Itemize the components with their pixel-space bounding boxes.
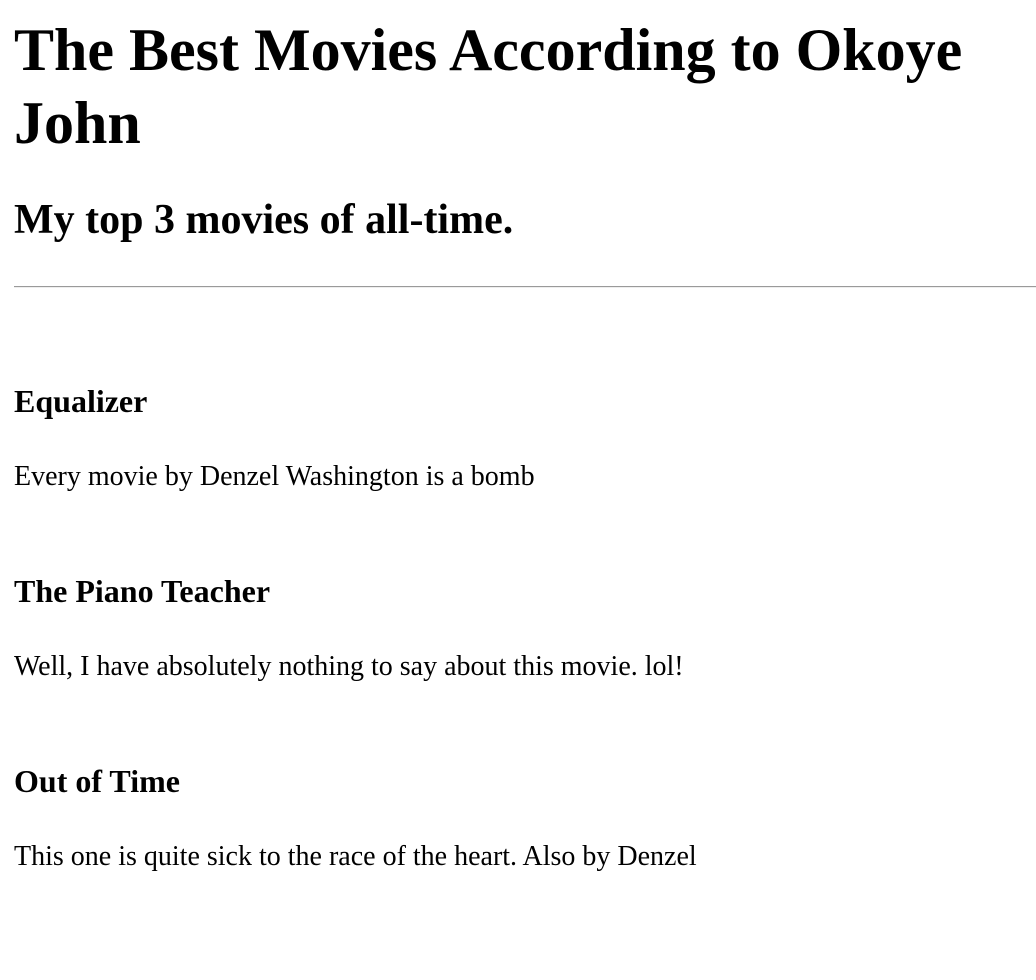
movie-description: Every movie by Denzel Washington is a bo… — [14, 461, 535, 492]
movie-title: Out of Time — [14, 763, 180, 799]
page-content: The Best Movies According to Okoye John … — [0, 0, 1036, 873]
movie-entry: The Piano Teacher Well, I have absolutel… — [14, 572, 1036, 683]
page-title: The Best Movies According to Okoye John — [14, 17, 963, 156]
movie-title: The Piano Teacher — [14, 573, 271, 609]
movie-entry: Equalizer Every movie by Denzel Washingt… — [14, 382, 1036, 493]
movie-entry: Out of Time This one is quite sick to th… — [14, 762, 1036, 873]
section-divider — [14, 286, 1036, 288]
movie-description: This one is quite sick to the race of th… — [14, 841, 697, 872]
page-subtitle: My top 3 movies of all-time. — [14, 197, 514, 243]
movie-title: Equalizer — [14, 383, 148, 419]
movie-description: Well, I have absolutely nothing to say a… — [14, 651, 684, 682]
